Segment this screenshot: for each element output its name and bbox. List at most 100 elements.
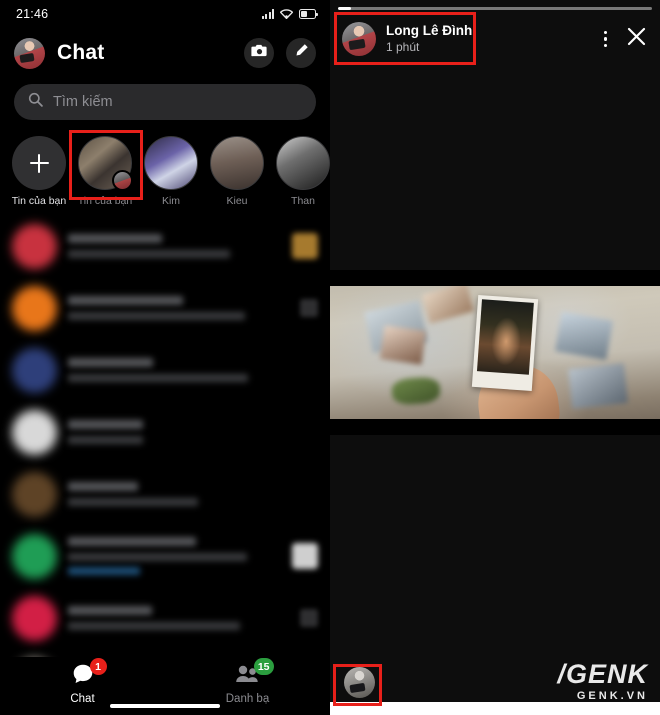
story-progress-fill — [338, 7, 351, 10]
chat-preview — [68, 250, 230, 258]
chat-name — [68, 606, 152, 615]
scattered-photo — [421, 282, 475, 324]
compose-pencil-icon — [294, 43, 309, 63]
contacts-icon: 15 — [235, 658, 274, 685]
story-your-story[interactable]: Tin của bạn — [74, 136, 136, 207]
story-than[interactable]: Than — [272, 136, 330, 207]
chat-status-badge — [300, 299, 318, 317]
status-icons — [261, 9, 318, 19]
chat-preview — [68, 374, 248, 382]
chat-badge: 1 — [89, 658, 107, 675]
close-icon[interactable] — [627, 27, 646, 51]
search-input[interactable]: Tìm kiếm — [14, 84, 316, 120]
story-viewer-actions — [603, 27, 646, 51]
chat-row[interactable] — [0, 215, 330, 277]
polaroid-image — [476, 299, 534, 375]
chat-row[interactable] — [0, 339, 330, 401]
bottom-white-strip — [330, 702, 660, 715]
chat-name — [68, 420, 143, 429]
chat-preview — [68, 622, 241, 630]
chat-row[interactable] — [0, 525, 330, 587]
story-viewer-footer: /GENK GENK.VN — [330, 657, 660, 715]
story-kim[interactable]: Kim — [140, 136, 202, 207]
story-label: Than — [291, 195, 315, 207]
chat-avatar — [12, 223, 57, 269]
scattered-photo — [379, 325, 427, 365]
story-author-avatar[interactable] — [342, 22, 376, 56]
chat-preview — [68, 436, 143, 444]
more-options-icon[interactable] — [603, 31, 607, 47]
story-thumbnail — [144, 136, 198, 190]
avatar[interactable] — [14, 37, 45, 69]
story-thumbnail — [276, 136, 330, 190]
chat-row[interactable] — [0, 587, 330, 649]
compose-button[interactable] — [286, 38, 316, 68]
chat-preview — [68, 553, 247, 561]
status-bar: 21:46 — [0, 0, 330, 28]
chat-avatar — [12, 595, 57, 641]
bottom-navigation: 1 Chat 15 Danh bạ — [0, 657, 330, 715]
genk-logo: /GENK — [557, 659, 648, 689]
home-indicator — [110, 704, 220, 708]
story-author-name: Long Lê Đình — [386, 23, 473, 38]
story-viewer-header: Long Lê Đình 1 phút — [330, 16, 660, 62]
status-time: 21:46 — [16, 7, 49, 21]
chat-list — [0, 215, 330, 711]
story-thumbnail — [210, 136, 264, 190]
dual-phone-screenshot: 21:46 Chat Tìm kiếm Tin của bạn Tin của … — [0, 0, 660, 715]
signal-icon — [261, 9, 274, 19]
right-phone-panel: Long Lê Đình 1 phút /GENK GENK.VN — [330, 0, 660, 715]
chat-name — [68, 358, 153, 367]
camera-button[interactable] — [244, 38, 274, 68]
chat-text — [68, 482, 318, 506]
viewer-avatar[interactable] — [344, 667, 375, 698]
letterbox-bottom — [330, 419, 660, 435]
genk-site: GENK.VN — [576, 690, 648, 702]
story-media-image[interactable] — [330, 270, 660, 435]
story-kieu[interactable]: Kieu — [206, 136, 268, 207]
chat-name — [68, 482, 138, 491]
chat-text — [68, 296, 289, 320]
chat-avatar — [12, 409, 57, 455]
chat-text — [68, 420, 318, 444]
battery-icon — [299, 9, 318, 19]
left-phone-panel: 21:46 Chat Tìm kiếm Tin của bạn Tin của … — [0, 0, 330, 715]
chat-bubble-icon: 1 — [72, 658, 107, 685]
chat-avatar — [12, 285, 57, 331]
camera-icon — [250, 43, 268, 63]
nav-tab-chat[interactable]: 1 Chat — [0, 658, 165, 705]
chat-row[interactable] — [0, 401, 330, 463]
story-owner-avatar — [112, 170, 133, 191]
letterbox-top — [330, 270, 660, 286]
chat-text — [68, 537, 281, 575]
story-progress-bar[interactable] — [338, 7, 652, 10]
chat-status-badge — [300, 609, 318, 627]
chat-link-preview — [68, 567, 141, 575]
scattered-plant — [391, 376, 441, 406]
search-placeholder: Tìm kiếm — [53, 94, 113, 110]
story-add-your-story[interactable]: Tin của bạn — [8, 136, 70, 207]
nav-tab-contacts[interactable]: 15 Danh bạ — [165, 658, 330, 705]
chat-name — [68, 537, 196, 546]
story-label: Tin của bạn — [11, 195, 67, 207]
chat-name — [68, 296, 183, 305]
chat-preview — [68, 498, 198, 506]
chat-row[interactable] — [0, 463, 330, 525]
chat-attachment-thumb — [292, 543, 318, 569]
app-header: Chat — [0, 28, 330, 78]
scattered-photo — [554, 311, 614, 361]
chat-row[interactable] — [0, 277, 330, 339]
story-label: Kieu — [226, 195, 248, 207]
wifi-icon — [280, 9, 293, 19]
chat-text — [68, 358, 318, 382]
contacts-badge: 15 — [253, 658, 274, 675]
stories-row: Tin của bạn Tin của bạn Kim Kieu Than — [0, 130, 330, 215]
story-timestamp: 1 phút — [386, 40, 420, 54]
polaroid-photo — [471, 295, 539, 391]
chat-name — [68, 234, 162, 243]
chat-avatar — [12, 347, 57, 393]
chat-avatar — [12, 471, 57, 517]
page-title: Chat — [57, 41, 105, 64]
genk-watermark: /GENK GENK.VN — [557, 659, 648, 703]
chat-text — [68, 234, 281, 258]
